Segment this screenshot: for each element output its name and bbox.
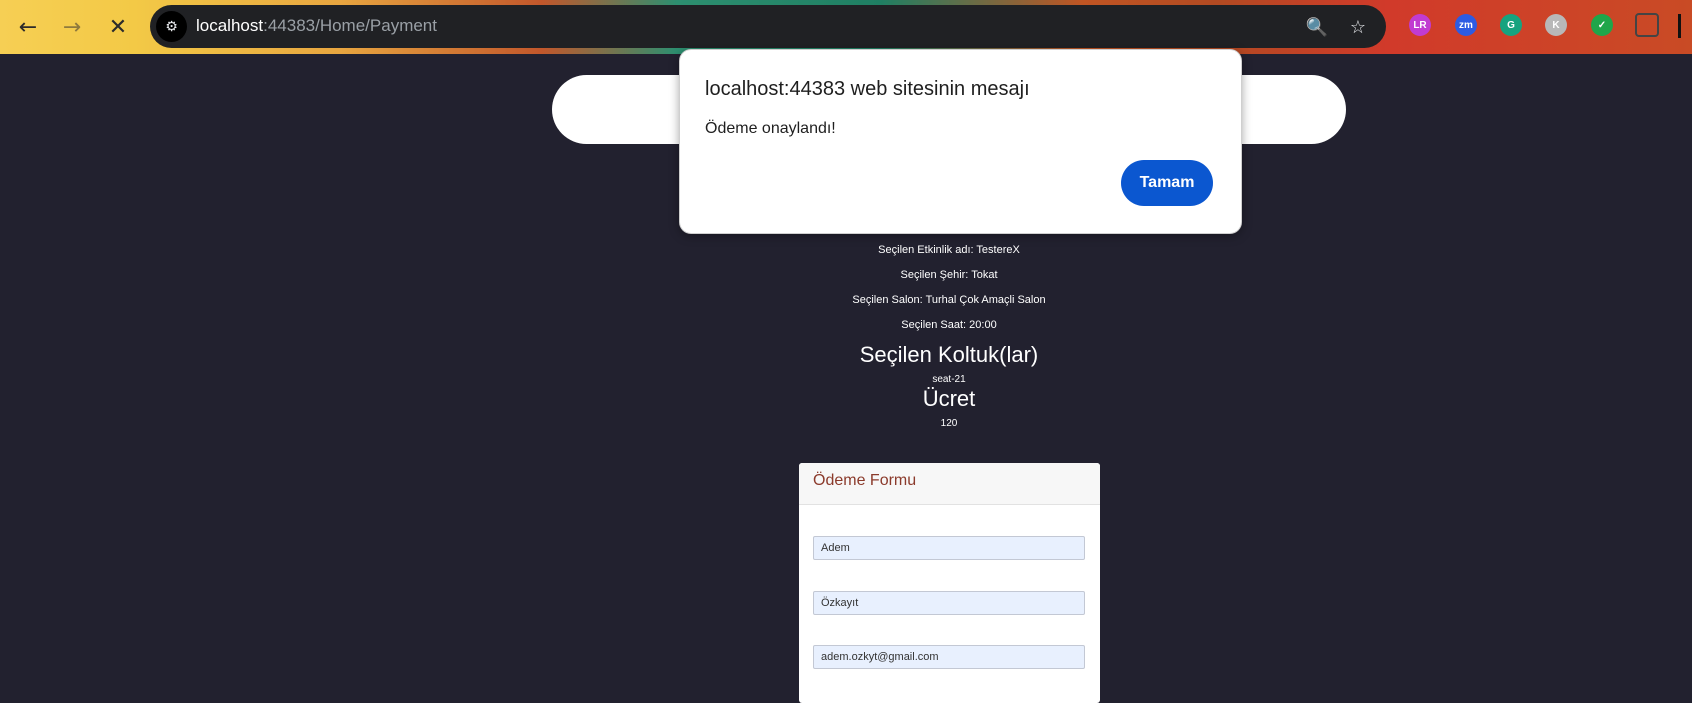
price-value: 120 [940, 418, 958, 429]
price-heading: Ücret [922, 386, 976, 411]
dialog-title: localhost:44383 web sitesinin mesajı [705, 78, 1030, 100]
site-settings-icon[interactable]: ⚙ [156, 11, 187, 42]
forward-icon[interactable]: → [53, 8, 91, 46]
event-name-line: Seçilen Etkinlik adı: TestereX [878, 244, 1020, 256]
url-path: :44383/Home/Payment [263, 16, 437, 35]
bookmark-star-icon[interactable]: ☆ [1346, 15, 1370, 39]
url-text[interactable]: localhost:44383/Home/Payment [196, 16, 437, 36]
email-input[interactable]: adem.ozkyt@gmail.com [813, 645, 1085, 669]
dialog-message: Ödeme onaylandı! [705, 120, 836, 137]
payment-form: Ödeme Formu Adem Özkayıt adem.ozkyt@gmai… [799, 463, 1100, 703]
dialog-ok-button[interactable]: Tamam [1121, 160, 1213, 206]
shield-extension-icon[interactable]: ✓ [1591, 14, 1613, 36]
stop-loading-icon[interactable]: ✕ [99, 8, 137, 46]
grammarly-extension-icon[interactable]: G [1500, 14, 1522, 36]
address-bar[interactable]: ⚙ localhost:44383/Home/Payment 🔍 ☆ [150, 5, 1386, 48]
seats-heading: Seçilen Koltuk(lar) [859, 342, 1039, 367]
payment-form-title: Ödeme Formu [813, 472, 917, 489]
profile-k-extension-icon[interactable]: K [1545, 14, 1567, 36]
event-city-line: Seçilen Şehir: Tokat [900, 269, 998, 281]
lr-extension-icon[interactable]: LR [1409, 14, 1431, 36]
event-hall-line: Seçilen Salon: Turhal Çok Amaçli Salon [852, 294, 1046, 306]
alert-dialog: localhost:44383 web sitesinin mesajı Öde… [679, 49, 1242, 234]
seats-value: seat-21 [932, 374, 966, 385]
browser-toolbar: ← → ✕ ⚙ localhost:44383/Home/Payment 🔍 ☆… [0, 0, 1692, 54]
payment-form-header: Ödeme Formu [799, 463, 1100, 505]
url-host: localhost [196, 16, 264, 35]
back-icon[interactable]: ← [9, 8, 47, 46]
zoom-extension-icon[interactable]: zm [1455, 14, 1477, 36]
extensions-puzzle-icon[interactable] [1635, 13, 1659, 37]
zoom-icon[interactable]: 🔍 [1305, 15, 1329, 39]
last-name-input[interactable]: Özkayıt [813, 591, 1085, 615]
event-time-line: Seçilen Saat: 20:00 [901, 319, 997, 331]
toolbar-edge [1678, 14, 1681, 38]
first-name-input[interactable]: Adem [813, 536, 1085, 560]
